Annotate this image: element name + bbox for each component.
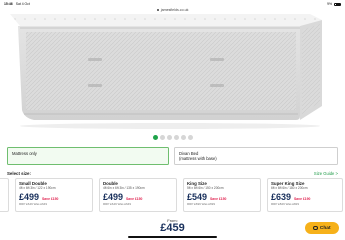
status-right: 9% (327, 2, 341, 6)
option-sublabel: (mattress with base) (179, 156, 217, 161)
battery-percent: 9% (327, 2, 332, 6)
mattress-illustration (10, 14, 322, 129)
size-card-small-double[interactable]: Small Double 4ft x 6ft 3in / 122 x 190cm… (15, 178, 93, 212)
address-url: jamesfields.co.uk (160, 8, 189, 12)
size-dimensions: 5ft x 6ft 6in / 150 x 200cm (187, 186, 224, 190)
mattress-top (10, 14, 322, 26)
size-card-partial[interactable] (0, 178, 9, 212)
select-size-label: Select size: (7, 171, 31, 176)
gallery-dot[interactable] (166, 135, 172, 140)
size-dimensions: 4ft 6in x 6ft 3in / 135 x 190cm (103, 186, 145, 190)
size-card-king[interactable]: King Size 5ft x 6ft 6in / 150 x 200cm £5… (183, 178, 261, 212)
gallery-dot[interactable] (187, 135, 193, 140)
product-page: 15:46 Sat 4 Oct 9% jamesfields.co.uk Mat… (0, 0, 345, 240)
gallery-dot[interactable] (173, 135, 179, 140)
status-bar: 15:46 Sat 4 Oct 9% (0, 0, 345, 8)
size-rrp: RRP £829 Was £829 (271, 202, 300, 206)
size-card-double[interactable]: Double 4ft 6in x 6ft 3in / 135 x 190cm £… (99, 178, 177, 212)
size-saving: Save £150 (126, 197, 143, 201)
gallery-dot[interactable] (159, 135, 165, 140)
option-divan-bed[interactable]: Divan Bed (mattress with base) (174, 147, 338, 165)
chat-bubble-icon (313, 225, 318, 231)
option-mattress-only[interactable]: Mattress only (7, 147, 169, 165)
size-price: £499 (19, 192, 40, 202)
size-price: £639 (271, 192, 292, 202)
gallery-pagination (0, 135, 345, 140)
size-dimensions: 6ft x 6ft 6in / 180 x 200cm (271, 186, 308, 190)
size-saving: Save £190 (294, 197, 311, 201)
chat-label: Chat (319, 225, 331, 231)
option-label: Mattress only (12, 151, 37, 156)
gallery-dot[interactable] (152, 135, 158, 140)
home-indicator[interactable] (128, 236, 217, 238)
size-guide-link[interactable]: Size Guide > (314, 171, 338, 176)
gallery-dot[interactable] (180, 135, 186, 140)
status-time: 15:46 (4, 2, 13, 6)
size-price: £499 (103, 192, 124, 202)
status-date: Sat 4 Oct (15, 2, 30, 6)
lock-icon (156, 8, 159, 12)
size-rrp: RRP £649 Was £649 (103, 202, 132, 206)
size-rrp: RRP £649 Was £649 (19, 202, 48, 206)
from-price: £459 (160, 222, 185, 234)
chat-button[interactable]: Chat (305, 222, 339, 234)
mattress-image[interactable] (0, 14, 345, 132)
size-carousel[interactable]: Small Double 4ft x 6ft 3in / 122 x 190cm… (0, 178, 345, 216)
size-rrp: RRP £699 Was £699 (187, 202, 216, 206)
size-dimensions: 4ft x 6ft 3in / 122 x 190cm (19, 186, 56, 190)
size-saving: Save £150 (210, 197, 227, 201)
size-card-super-king[interactable]: Super King Size 6ft x 6ft 6in / 180 x 20… (267, 178, 343, 212)
battery-icon (334, 2, 341, 6)
size-saving: Save £150 (42, 197, 59, 201)
size-price: £549 (187, 192, 208, 202)
